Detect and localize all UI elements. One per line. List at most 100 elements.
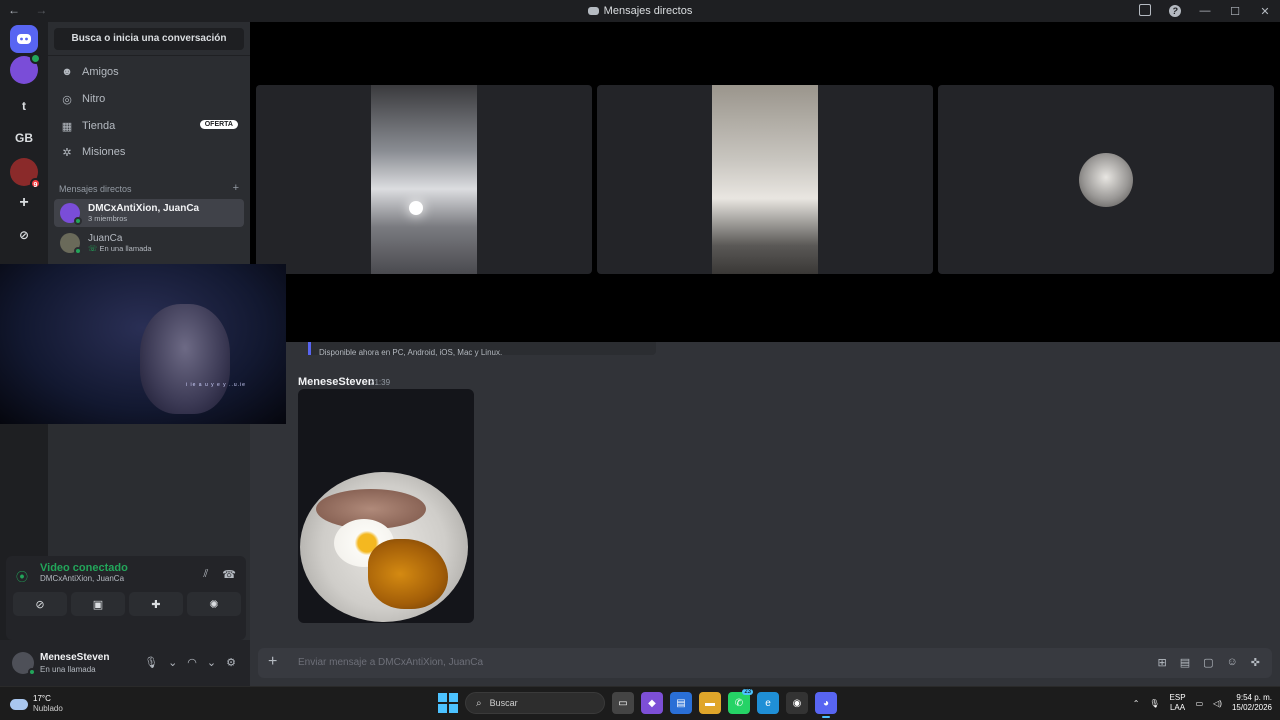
explore-button[interactable]: ⊘ bbox=[10, 221, 38, 249]
add-server-button[interactable]: + bbox=[10, 189, 38, 217]
quests-icon: ✲ bbox=[62, 146, 72, 159]
shop-icon: ▦ bbox=[61, 120, 73, 133]
maximize-button[interactable]: ☐ bbox=[1220, 5, 1250, 18]
file-explorer-icon[interactable]: ▬ bbox=[699, 692, 721, 714]
gif-icon[interactable]: ▤ bbox=[1180, 656, 1190, 669]
volume-icon[interactable]: ◁) bbox=[1213, 699, 1222, 708]
help-icon: ? bbox=[1169, 5, 1181, 17]
server-gb-button[interactable]: GB bbox=[10, 124, 38, 152]
voice-connection-panel: ⦿ Video conectado DMCxAntiXion, JuanCa ⫽… bbox=[6, 556, 246, 640]
camera-off-button[interactable]: ⊘ bbox=[13, 592, 67, 616]
user-panel: MeneseSteven En una llamada 🎙︎ ⌄ ◠ ⌄ ⚙ bbox=[0, 640, 250, 686]
compass-icon: ⊘ bbox=[18, 228, 30, 242]
video-tile[interactable] bbox=[256, 85, 592, 274]
ceiling-light bbox=[409, 201, 423, 215]
microphone-icon[interactable]: 🎙︎ bbox=[1149, 699, 1159, 708]
message-composer[interactable]: + Enviar mensaje a DMCxAntiXion, JuanCa … bbox=[258, 648, 1272, 678]
dm-item-group[interactable]: DMCxAntiXion, JuanCa 3 miembros bbox=[54, 199, 244, 227]
sidebar-item-nitro[interactable]: ◎ Nitro bbox=[54, 87, 244, 111]
server-t-button[interactable]: t bbox=[10, 92, 38, 120]
call-view bbox=[250, 22, 1280, 342]
minimize-button[interactable]: — bbox=[1190, 5, 1220, 17]
inbox-button[interactable] bbox=[1130, 3, 1160, 19]
edge-icon[interactable]: e bbox=[757, 692, 779, 714]
message-input[interactable]: Enviar mensaje a DMCxAntiXion, JuanCa bbox=[298, 657, 483, 668]
chevron-down-icon[interactable]: ⌄ bbox=[168, 656, 177, 669]
taskbar-search[interactable]: ⌕ Buscar bbox=[465, 692, 605, 714]
embed: Disponible ahora en PC, Android, iOS, Ma… bbox=[308, 342, 656, 357]
language-indicator[interactable]: ESP LAA bbox=[1170, 693, 1186, 713]
activities-button[interactable]: ✚ bbox=[129, 592, 183, 616]
divider bbox=[48, 55, 250, 56]
friends-icon: ☻ bbox=[61, 66, 73, 78]
participant-video bbox=[712, 85, 818, 274]
whatsapp-icon[interactable]: ✆ 23 bbox=[728, 689, 753, 714]
notification-count: 23 bbox=[742, 689, 753, 695]
message-list: Disponible ahora en PC, Android, iOS, Ma… bbox=[250, 342, 1280, 642]
help-button[interactable]: ? bbox=[1160, 5, 1190, 17]
windows-taskbar: 17°C Nublado ⌕ Buscar ▭ ◆ ▤ ▬ ✆ 23 e ◉ ◕ ⌃… bbox=[0, 686, 1280, 720]
message-image-attachment[interactable] bbox=[298, 389, 474, 623]
self-video-popout[interactable]: i ie a u y e y ..u.ie bbox=[0, 264, 286, 424]
inbox-icon bbox=[1139, 3, 1151, 16]
network-icon[interactable]: ▭ bbox=[1196, 699, 1204, 708]
group-dm-button[interactable] bbox=[10, 53, 41, 84]
start-button[interactable] bbox=[438, 693, 458, 713]
gear-icon[interactable]: ⚙ bbox=[226, 656, 236, 669]
avatar bbox=[60, 233, 82, 255]
online-status-icon bbox=[74, 247, 82, 255]
cloud-icon bbox=[10, 698, 28, 710]
sidebar-item-quests[interactable]: ✲ Misiones bbox=[54, 140, 244, 164]
video-tile[interactable] bbox=[597, 85, 933, 274]
sidebar-item-shop[interactable]: ▦ Tienda OFERTA bbox=[54, 114, 244, 138]
clock[interactable]: 9:54 p. m. 15/02/2026 bbox=[1232, 693, 1272, 713]
screen-share-icon: ▣ bbox=[92, 598, 104, 611]
signal-icon: ⦿ bbox=[16, 570, 29, 584]
username[interactable]: MeneseSteven bbox=[40, 652, 109, 663]
avatar[interactable] bbox=[12, 652, 36, 676]
window-title: Mensajes directos bbox=[0, 5, 1280, 17]
store-icon[interactable]: ▤ bbox=[670, 692, 692, 714]
sidebar-item-friends[interactable]: ☻ Amigos bbox=[54, 60, 244, 84]
apps-icon[interactable]: ✜ bbox=[1251, 656, 1260, 669]
server-avatar-button[interactable]: 9 bbox=[10, 158, 41, 189]
copilot-icon[interactable]: ◆ bbox=[641, 692, 663, 714]
gift-icon[interactable]: ⊞ bbox=[1158, 656, 1167, 669]
emoji-icon[interactable]: ☺ bbox=[1227, 656, 1238, 669]
chevron-down-icon[interactable]: ⌄ bbox=[207, 656, 216, 669]
weather-widget[interactable]: 17°C Nublado bbox=[10, 694, 63, 714]
discord-home-button[interactable] bbox=[10, 25, 38, 53]
offer-badge: OFERTA bbox=[199, 120, 238, 129]
online-status-icon bbox=[28, 668, 36, 676]
dm-item-juanca[interactable]: JuanCa ☏ En una llamada bbox=[54, 229, 244, 257]
task-view-icon[interactable]: ▭ bbox=[612, 692, 634, 714]
voice-status[interactable]: Video conectado bbox=[40, 562, 128, 574]
noise-suppression-icon[interactable]: ⫽ bbox=[203, 568, 208, 581]
message-author[interactable]: MeneseSteven bbox=[298, 376, 374, 388]
chevron-up-icon[interactable]: ⌃ bbox=[1133, 699, 1140, 708]
dm-icon bbox=[587, 7, 599, 15]
discord-icon[interactable]: ◕ bbox=[815, 692, 837, 718]
microphone-icon[interactable]: 🎙︎ bbox=[144, 656, 158, 669]
phone-icon: ☏ bbox=[88, 244, 100, 253]
online-status-icon bbox=[74, 217, 82, 225]
screen-share-button[interactable]: ▣ bbox=[71, 592, 125, 616]
title-bar: ← → Mensajes directos ? — ☐ ✕ bbox=[0, 0, 1280, 22]
mention-badge: 9 bbox=[30, 178, 41, 189]
soundboard-button[interactable]: ✺ bbox=[187, 592, 241, 616]
camera-off-icon: ⊘ bbox=[35, 598, 45, 611]
sticker-icon[interactable]: ▢ bbox=[1203, 656, 1213, 669]
video-tile[interactable] bbox=[938, 85, 1274, 274]
disconnect-icon[interactable]: ☎ bbox=[222, 568, 236, 581]
video-caption: i ie a u y e y ..u.ie bbox=[186, 382, 246, 388]
chrome-icon[interactable]: ◉ bbox=[786, 692, 808, 714]
create-dm-button[interactable]: + bbox=[233, 183, 239, 194]
close-button[interactable]: ✕ bbox=[1250, 5, 1280, 18]
online-dot-icon bbox=[30, 53, 41, 64]
headphones-icon[interactable]: ◠ bbox=[187, 656, 197, 669]
message-timestamp: 21:39 bbox=[370, 378, 391, 387]
find-conversation-button[interactable]: Busca o inicia una conversación bbox=[54, 28, 244, 50]
discord-logo-icon bbox=[17, 34, 31, 44]
attach-plus-icon[interactable]: + bbox=[268, 654, 277, 670]
avatar bbox=[60, 203, 82, 225]
